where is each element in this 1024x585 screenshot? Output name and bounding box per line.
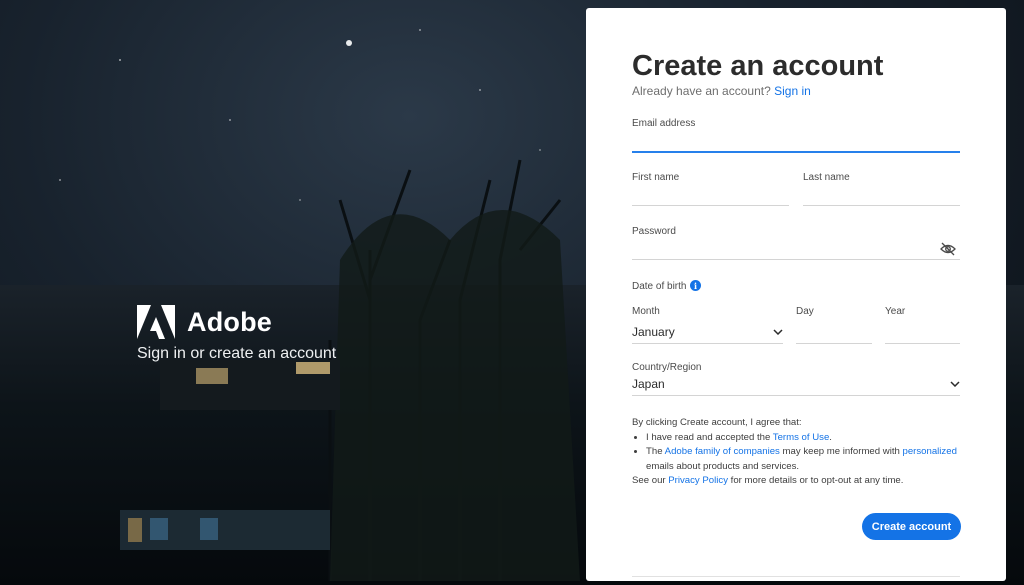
year-label: Year: [885, 306, 906, 317]
terms-intro: By clicking Create account, I agree that…: [632, 417, 802, 428]
terms-outro: See our Privacy Policy for more details …: [632, 474, 962, 489]
day-label: Day: [796, 306, 814, 317]
first-name-field[interactable]: [632, 184, 789, 206]
page-title: Create an account: [632, 50, 884, 82]
terms-item-2: The Adobe family of companies may keep m…: [646, 445, 962, 474]
chevron-down-icon: [773, 328, 783, 335]
terms-item-1-text: I have read and accepted the: [646, 431, 773, 443]
personalized-link[interactable]: personalized: [903, 446, 957, 457]
brand-block: Adobe Sign in or create an account: [137, 305, 336, 363]
signin-link[interactable]: Sign in: [774, 84, 811, 98]
password-label: Password: [632, 226, 676, 237]
signin-prompt: Already have an account?: [632, 84, 771, 98]
privacy-policy-link[interactable]: Privacy Policy: [668, 475, 728, 486]
terms-item-1: I have read and accepted the Terms of Us…: [646, 431, 962, 446]
email-field[interactable]: [632, 131, 960, 153]
terms-of-use-link[interactable]: Terms of Use: [773, 432, 830, 443]
terms-item-2-mid: may keep me informed with: [779, 446, 903, 457]
country-select[interactable]: Japan: [632, 372, 960, 396]
brand-row: Adobe: [137, 305, 336, 339]
last-name-field[interactable]: [803, 184, 960, 206]
month-value: January: [632, 324, 675, 339]
terms-outro-end: for more details or to opt-out at any ti…: [728, 475, 904, 486]
terms-item-2-end: emails about products and services.: [646, 460, 800, 472]
day-field[interactable]: [796, 321, 872, 344]
brand-tagline: Sign in or create an account: [137, 345, 337, 362]
create-account-button[interactable]: Create account: [862, 513, 961, 540]
terms-item-2-text: The: [646, 446, 665, 457]
month-label: Month: [632, 306, 660, 317]
first-name-label: First name: [632, 172, 680, 183]
terms-outro-text: See our: [632, 475, 669, 486]
adobe-logo-icon: [137, 305, 175, 339]
brand-name: Adobe: [187, 306, 272, 337]
year-field[interactable]: [885, 321, 960, 344]
chevron-down-icon: [950, 380, 960, 387]
terms-list: I have read and accepted the Terms of Us…: [632, 431, 962, 475]
email-label: Email address: [632, 118, 696, 129]
terms-item-1-end: .: [829, 431, 832, 443]
country-value: Japan: [632, 376, 665, 391]
card-divider: [632, 576, 960, 577]
signin-prompt-row: Already have an account? Sign in: [632, 84, 811, 98]
adobe-family-link[interactable]: Adobe family of companies: [665, 446, 780, 457]
last-name-label: Last name: [803, 172, 850, 183]
month-select[interactable]: January: [632, 320, 783, 344]
terms-block: By clicking Create account, I agree that…: [632, 416, 962, 489]
eye-slash-icon[interactable]: [940, 242, 956, 256]
create-account-card: Create an account Already have an accoun…: [586, 8, 1006, 581]
password-field[interactable]: [632, 238, 960, 260]
info-icon[interactable]: i: [690, 280, 701, 291]
dob-label: Date of birth: [632, 281, 687, 292]
